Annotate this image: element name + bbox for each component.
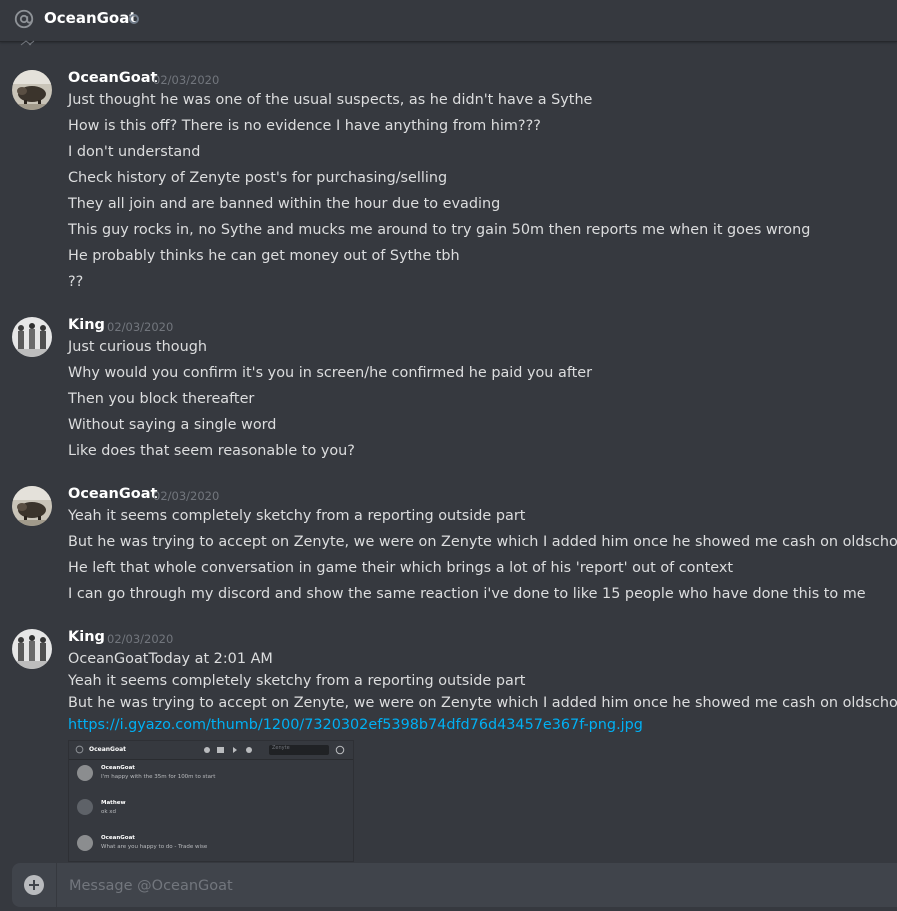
author-name[interactable]: King — [68, 317, 105, 333]
message-text: I don't understand — [68, 144, 201, 160]
message-text: Just thought he was one of the usual sus… — [68, 92, 593, 108]
embed-text: ok xd — [101, 809, 117, 815]
embed-avatar — [77, 799, 93, 815]
avatar[interactable] — [12, 317, 52, 357]
add-attachment-button[interactable] — [24, 875, 44, 895]
author-name[interactable]: OceanGoat — [68, 70, 157, 86]
plus-icon-stroke — [33, 880, 35, 890]
message-text: But he was trying to accept on Zenyte, w… — [68, 695, 897, 711]
message-text: Why would you confirm it's you in screen… — [68, 365, 593, 381]
avatar[interactable] — [12, 629, 52, 669]
message-text: He probably thinks he can get money out … — [68, 248, 460, 264]
message-text: This guy rocks in, no Sythe and mucks me… — [68, 222, 811, 238]
embed-avatar — [77, 835, 93, 851]
message-text: Then you block thereafter — [68, 391, 255, 407]
avatar[interactable] — [12, 486, 52, 526]
embed-avatar — [77, 765, 93, 781]
embed-title: OceanGoat — [89, 746, 127, 753]
message-text: Yeah it seems completely sketchy from a … — [68, 673, 526, 689]
message-text: They all join and are banned within the … — [68, 196, 501, 212]
image-link[interactable]: https://i.gyazo.com/thumb/1200/7320302ef… — [68, 717, 643, 733]
embed-text: What are you happy to do - Trade wise — [101, 844, 208, 850]
message-text: Yeah it seems completely sketchy from a … — [68, 508, 526, 524]
message-timestamp: 02/03/2020 — [107, 320, 174, 334]
message-text: OceanGoatToday at 2:01 AM — [68, 651, 273, 667]
embed-author: OceanGoat — [101, 765, 135, 771]
message-text: But he was trying to accept on Zenyte, w… — [68, 534, 897, 550]
message-text: ?? — [68, 274, 84, 290]
at-icon — [335, 745, 345, 755]
message-timestamp: 02/03/2020 — [107, 632, 174, 646]
scroll-fade-icon — [20, 40, 35, 46]
channel-title: OceanGoat — [44, 9, 137, 27]
author-name[interactable]: King — [68, 629, 105, 645]
message-text: Without saying a single word — [68, 417, 277, 433]
message-text: I can go through my discord and show the… — [68, 586, 866, 602]
embed-search: Zenyte — [269, 745, 329, 755]
message-text: Just curious though — [68, 339, 207, 355]
embed-author: OceanGoat — [101, 835, 135, 841]
image-embed[interactable]: OceanGoat Zenyte OceanGoat I'm happy wit… — [68, 740, 354, 862]
toolbar-icons — [204, 747, 252, 753]
author-name[interactable]: OceanGoat — [68, 486, 157, 502]
status-indicator — [129, 14, 139, 24]
message-text: Like does that seem reasonable to you? — [68, 443, 355, 459]
message-composer — [12, 863, 897, 907]
message-timestamp: 02/03/2020 — [153, 73, 220, 87]
composer-divider — [56, 863, 57, 907]
at-icon — [14, 9, 34, 29]
embed-header: OceanGoat Zenyte — [69, 741, 353, 760]
message-text: How is this off? There is no evidence I … — [68, 118, 541, 134]
message-text: He left that whole conversation in game … — [68, 560, 734, 576]
channel-header: OceanGoat — [0, 0, 897, 42]
message-timestamp: 02/03/2020 — [153, 489, 220, 503]
message-text: Check history of Zenyte post's for purch… — [68, 170, 448, 186]
at-icon — [75, 745, 84, 754]
message-input[interactable] — [67, 875, 871, 897]
embed-text: I'm happy with the 35m for 100m to start — [101, 774, 216, 780]
embed-author: Mathew — [101, 800, 126, 806]
avatar[interactable] — [12, 70, 52, 110]
